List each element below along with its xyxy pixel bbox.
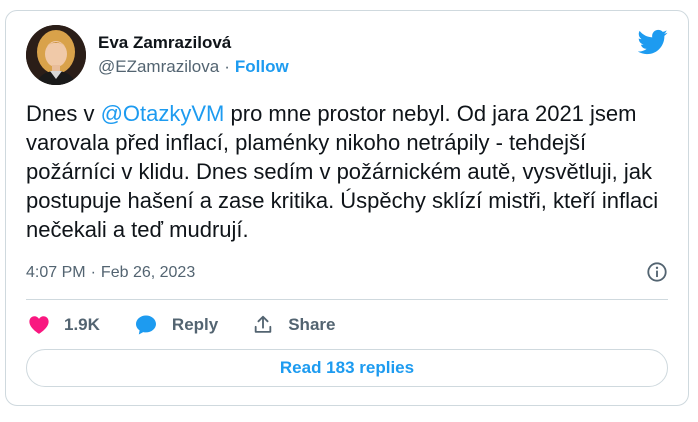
like-count: 1.9K	[64, 315, 100, 334]
follow-button[interactable]: Follow	[235, 57, 289, 76]
author-block: Eva Zamrazilová @EZamrazilova · Follow	[98, 33, 289, 77]
author-handle[interactable]: @EZamrazilova	[98, 57, 219, 76]
tweet-date: Feb 26, 2023	[100, 264, 196, 281]
reply-bubble-icon	[135, 315, 156, 335]
mention-link[interactable]: @OtazkyVM	[101, 101, 225, 126]
action-bar: 1.9K Reply Share	[28, 311, 369, 339]
heart-icon	[29, 316, 49, 334]
twitter-bird-icon[interactable]	[638, 27, 668, 57]
tweet-timestamp[interactable]: 4:07 PM · Feb 26, 2023	[26, 263, 195, 283]
tweet-text-part: Dnes v	[26, 101, 101, 126]
reply-button[interactable]: Reply	[134, 313, 218, 337]
like-button[interactable]: 1.9K	[28, 314, 100, 336]
tweet-text: Dnes v @OtazkyVM pro mne prostor nebyl. …	[26, 99, 676, 244]
avatar[interactable]	[26, 25, 86, 85]
divider	[26, 299, 668, 300]
author-handle-row: @EZamrazilova · Follow	[98, 57, 289, 77]
separator-dot: ·	[90, 264, 96, 281]
share-icon	[254, 315, 272, 333]
share-button[interactable]: Share	[252, 314, 335, 336]
info-icon[interactable]	[646, 261, 668, 283]
author-display-name[interactable]: Eva Zamrazilová	[98, 33, 289, 53]
read-replies-button[interactable]: Read 183 replies	[26, 349, 668, 387]
separator-dot: ·	[224, 57, 230, 76]
share-label: Share	[288, 315, 336, 334]
reply-label: Reply	[171, 315, 219, 334]
tweet-time: 4:07 PM	[26, 264, 86, 281]
tweet-card: Eva Zamrazilová @EZamrazilova · Follow Dne…	[5, 10, 689, 406]
